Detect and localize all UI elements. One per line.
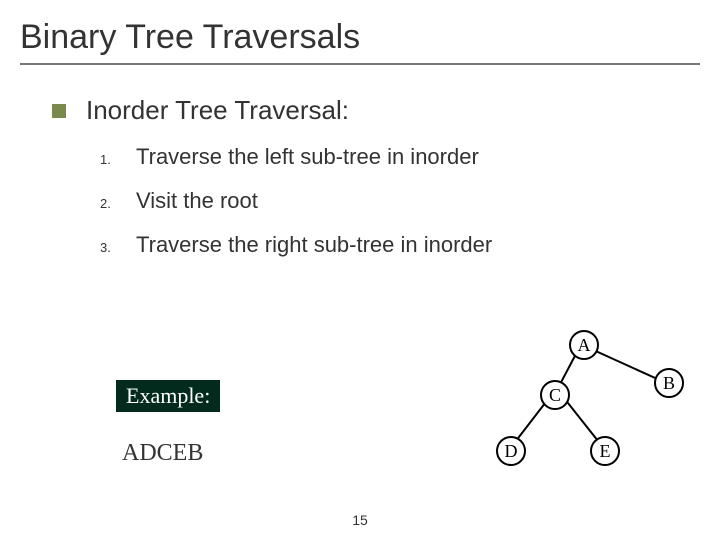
list-item: 1. Traverse the left sub-tree in inorder [100,144,700,170]
slide-title: Binary Tree Traversals [20,18,700,65]
tree-node-e: E [590,436,620,466]
list-item: 3. Traverse the right sub-tree in inorde… [100,232,700,258]
slide: Binary Tree Traversals Inorder Tree Trav… [0,0,720,540]
traversal-result: ADCEB [122,440,203,467]
tree-node-b: B [654,368,684,398]
list-text: Visit the root [136,188,258,214]
tree-node-c: C [540,380,570,410]
square-bullet-icon [52,104,66,118]
section-text: Inorder Tree Traversal: [86,95,349,126]
binary-tree-diagram: A B C D E [494,328,694,488]
list-number: 1. [100,152,136,167]
section-heading: Inorder Tree Traversal: [52,95,700,126]
tree-node-d: D [496,436,526,466]
tree-node-a: A [569,330,599,360]
steps-list: 1. Traverse the left sub-tree in inorder… [100,144,700,258]
list-item: 2. Visit the root [100,188,700,214]
slide-number: 15 [0,512,720,528]
list-number: 3. [100,240,136,255]
list-text: Traverse the left sub-tree in inorder [136,144,479,170]
list-text: Traverse the right sub-tree in inorder [136,232,492,258]
example-label: Example: [116,380,220,412]
list-number: 2. [100,196,136,211]
